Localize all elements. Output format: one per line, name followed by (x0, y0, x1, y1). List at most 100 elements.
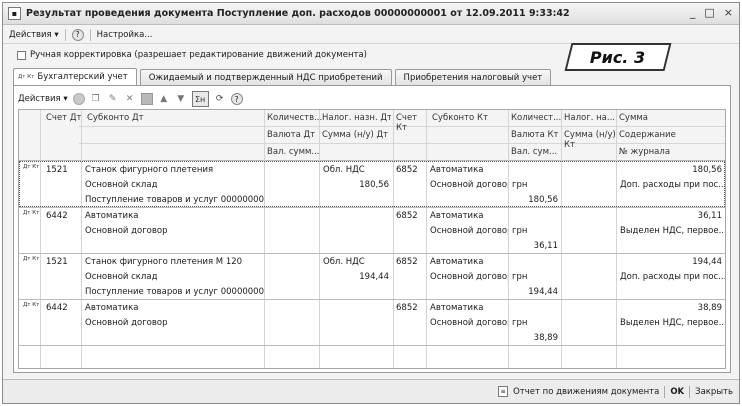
col-kol-dt[interactable]: Количеств... (264, 111, 322, 125)
cell-nalog-nazn-dt[interactable]: Обл. НДС (320, 255, 368, 269)
col-kol-kt[interactable]: Количест... (508, 111, 561, 125)
col-nalog-nazn-dt[interactable]: Налог. назн. Дт (319, 111, 391, 125)
col-subkonto-kt[interactable]: Субконто Кт (429, 111, 491, 125)
copy-icon[interactable]: ❐ (90, 93, 102, 105)
col-schet-kt-2: Кт (396, 123, 407, 133)
close-button[interactable]: Закрыть (695, 387, 733, 397)
title-bar[interactable]: ▪ Результат проведения документа Поступл… (3, 3, 739, 25)
cell-subkonto-kt-1[interactable]: Автоматика (427, 163, 508, 177)
edit-icon[interactable]: ✎ (107, 93, 119, 105)
end-edit-icon[interactable] (140, 93, 153, 105)
cell-soderzhanie[interactable]: Выделен НДС, первое... (617, 224, 725, 238)
tab-vat-expected[interactable]: Ожидаемый и подтвержденный НДС приобрете… (139, 69, 392, 85)
col-subkonto-dt[interactable]: Субконто Дт (84, 111, 147, 125)
cell-subkonto-dt-1[interactable]: Станок фигурного плетения (82, 163, 264, 177)
sum-toggle-icon[interactable]: Σн (191, 91, 209, 107)
ok-button[interactable]: OK (670, 387, 684, 397)
col-val-summ-kt[interactable]: Вал. сум... (508, 145, 561, 159)
delete-icon[interactable]: ✕ (124, 93, 136, 105)
cell-subkonto-dt-1[interactable]: Автоматика (82, 301, 264, 315)
maximize-icon[interactable]: □ (704, 6, 714, 19)
manual-correction-checkbox[interactable] (17, 50, 26, 60)
cell-schet-kt[interactable]: 6852 (393, 255, 421, 269)
cell-subkonto-dt-3[interactable]: Поступление товаров и услуг 0000000000..… (82, 285, 264, 299)
cell-subkonto-kt-2[interactable]: Основной договор (427, 224, 508, 238)
grid-help-icon[interactable]: ? (230, 93, 243, 105)
cell-nalog-nazn-dt[interactable]: Обл. НДС (320, 163, 368, 177)
col-valyuta-kt[interactable]: Валюта Кт (508, 128, 561, 142)
dt-kt-icon: Дт Кт (23, 256, 40, 262)
table-header: Счет Дт Субконто Дт Количеств... Валюта … (19, 110, 725, 161)
col-summa-nu-dt[interactable]: Сумма (н/у) Дт (319, 128, 391, 142)
cell-subkonto-kt-2[interactable]: Основной договор (427, 270, 508, 284)
column-divider (264, 110, 265, 368)
cell-subkonto-dt-2[interactable]: Основной договор (82, 224, 264, 238)
cell-subkonto-dt-1[interactable]: Автоматика (82, 209, 264, 223)
help-icon[interactable]: ? (71, 28, 84, 41)
cell-schet-kt[interactable]: 6852 (393, 301, 421, 315)
col-summa[interactable]: Сумма (616, 111, 651, 125)
report-button[interactable]: Отчет по движениям документа (513, 387, 659, 397)
dt-kt-icon: Дт Кт (23, 302, 40, 308)
cell-subkonto-dt-3[interactable]: Поступление товаров и услуг 0000000000..… (82, 193, 264, 207)
cell-soderzhanie[interactable]: Доп. расходы при пос... (617, 178, 725, 192)
cell-subkonto-dt-2[interactable]: Основной склад (82, 270, 264, 284)
col-val-summ-dt[interactable]: Вал. сумм... (264, 145, 322, 159)
cell-summa[interactable]: 38,89 (617, 301, 725, 315)
window-title: Результат проведения документа Поступлен… (26, 8, 570, 19)
move-up-icon[interactable]: ▲ (158, 93, 170, 105)
cell-subkonto-kt-2[interactable]: Основной договор (427, 316, 508, 330)
cell-val-summ-kt[interactable]: 180,56 (509, 193, 561, 207)
cell-summa-nu-dt[interactable]: 180,56 (320, 178, 392, 192)
col-nalog-kt[interactable]: Налог. на... (561, 111, 616, 125)
cell-subkonto-dt-2[interactable]: Основной склад (82, 178, 264, 192)
tab-tax-acquisitions[interactable]: Приобретения налоговый учет (394, 69, 552, 85)
refresh-icon[interactable]: ⟳ (214, 93, 226, 105)
tab-accounting[interactable]: Дт Кт Бухгалтерский учет (13, 68, 137, 85)
col-schet-dt[interactable]: Счет Дт (43, 111, 84, 125)
register-tabs: Дт Кт Бухгалтерский учет Ожидаемый и под… (13, 68, 552, 85)
cell-summa-nu-dt[interactable]: 194,44 (320, 270, 392, 284)
cell-val-summ-kt[interactable]: 38,89 (509, 331, 561, 345)
cell-soderzhanie[interactable]: Доп. расходы при пос... (617, 270, 725, 284)
cell-summa[interactable]: 180,56 (617, 163, 725, 177)
cell-subkonto-dt-2[interactable]: Основной договор (82, 316, 264, 330)
cell-valyuta-kt[interactable]: грн (509, 316, 530, 330)
actions-menu-label: Действия (9, 29, 52, 40)
cell-schet-dt[interactable]: 6442 (43, 301, 71, 315)
col-soderzhanie[interactable]: Содержание (616, 128, 679, 142)
close-icon[interactable]: × (724, 6, 733, 19)
actions-menu[interactable]: Действия ▾ (9, 30, 59, 40)
cell-subkonto-dt-1[interactable]: Станок фигурного плетения М 120 (82, 255, 264, 269)
cell-summa[interactable]: 36,11 (617, 209, 725, 223)
grid-actions-menu[interactable]: Действия ▾ (18, 94, 68, 104)
add-icon[interactable] (72, 93, 85, 105)
cell-schet-kt[interactable]: 6852 (393, 163, 421, 177)
cell-valyuta-kt[interactable]: грн (509, 224, 530, 238)
minimize-icon[interactable]: _ (690, 6, 696, 19)
cell-schet-dt[interactable]: 1521 (43, 163, 71, 177)
divider (664, 385, 666, 398)
cell-val-summ-kt[interactable]: 194,44 (509, 285, 561, 299)
cell-schet-kt[interactable]: 6852 (393, 209, 421, 223)
tab-accounting-label: Бухгалтерский учет (37, 72, 128, 82)
cell-summa[interactable]: 194,44 (617, 255, 725, 269)
cell-schet-dt[interactable]: 6442 (43, 209, 71, 223)
figure-badge-label: Рис. 3 (590, 47, 646, 67)
cell-valyuta-kt[interactable]: грн (509, 178, 530, 192)
cell-subkonto-kt-2[interactable]: Основной договор (427, 178, 508, 192)
cell-subkonto-kt-1[interactable]: Автоматика (427, 255, 508, 269)
move-down-icon[interactable]: ▼ (175, 93, 187, 105)
col-valyuta-dt[interactable]: Валюта Дт (264, 128, 322, 142)
cell-valyuta-kt[interactable]: грн (509, 270, 530, 284)
cell-schet-dt[interactable]: 1521 (43, 255, 71, 269)
postings-table[interactable]: Счет Дт Субконто Дт Количеств... Валюта … (18, 109, 726, 369)
cell-subkonto-kt-1[interactable]: Автоматика (427, 301, 508, 315)
cell-val-summ-kt[interactable]: 36,11 (509, 239, 561, 253)
cell-subkonto-kt-1[interactable]: Автоматика (427, 209, 508, 223)
cell-soderzhanie[interactable]: Выделен НДС, первое... (617, 316, 725, 330)
settings-menu[interactable]: Настройка... (97, 30, 153, 40)
divider (89, 28, 91, 41)
col-n-zhurnala[interactable]: № журнала (616, 145, 673, 159)
manual-correction-row[interactable]: Ручная корректировка (разрешает редактир… (17, 50, 367, 60)
